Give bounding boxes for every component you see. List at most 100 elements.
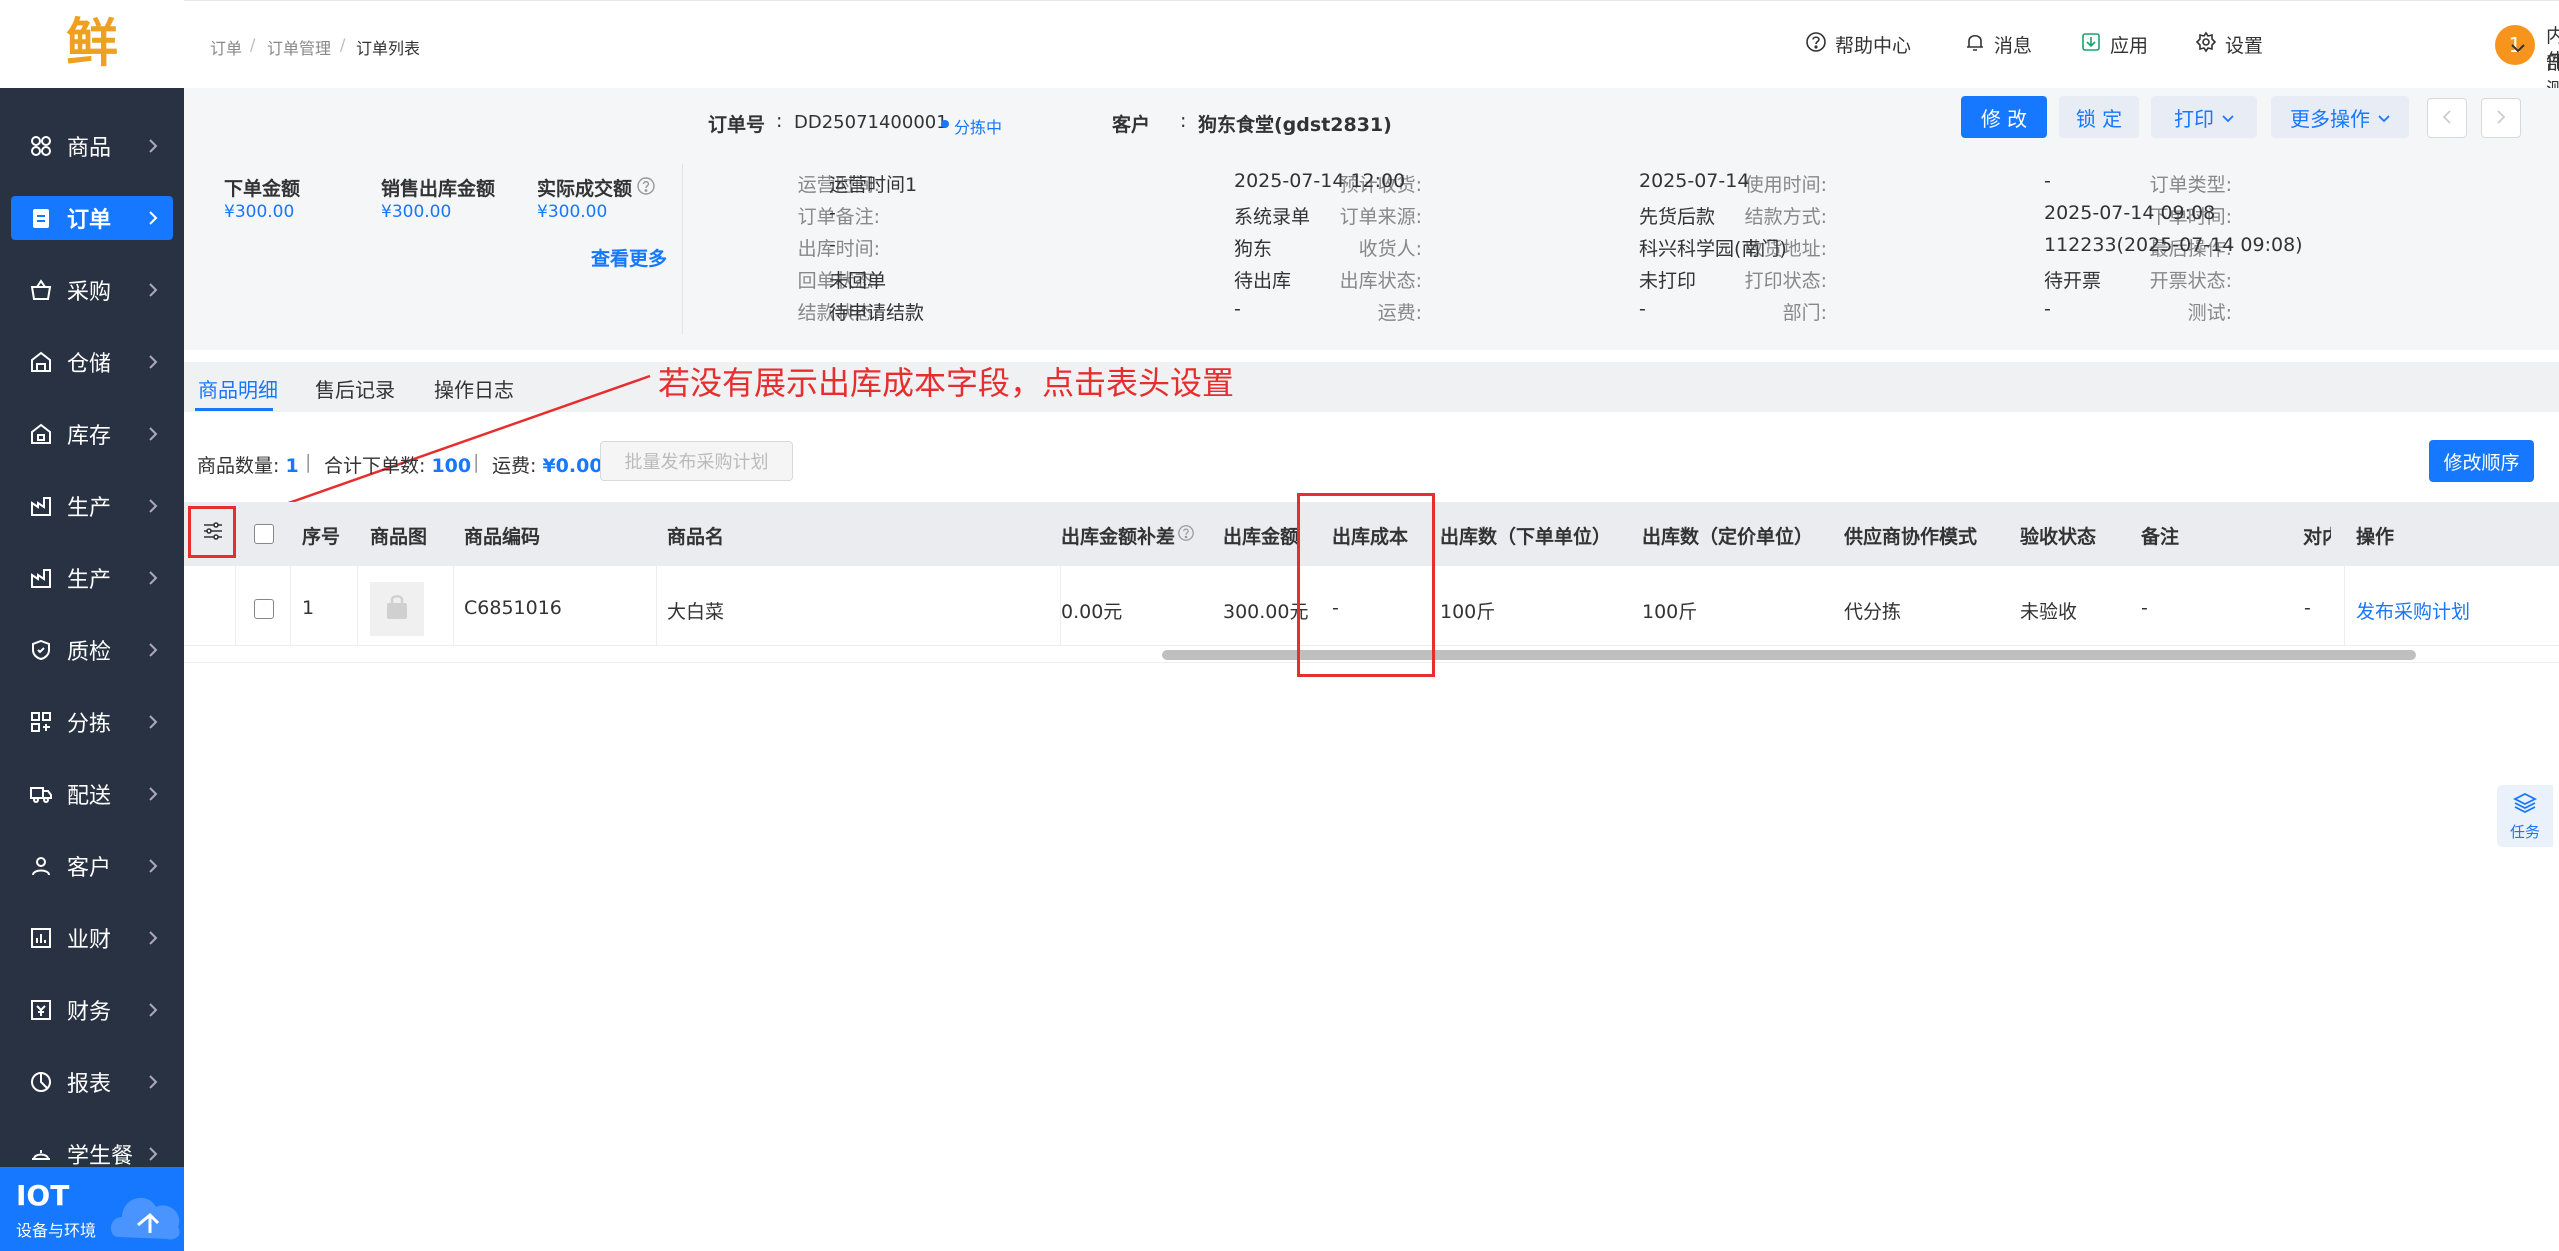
annotation-box-settings bbox=[188, 506, 236, 558]
row-checkbox[interactable] bbox=[254, 599, 274, 619]
next-button[interactable] bbox=[2481, 98, 2521, 138]
chevron-down-icon[interactable] bbox=[2510, 39, 2526, 58]
edit-button[interactable]: 修 改 bbox=[1961, 96, 2047, 138]
header-out-qty-order: 出库数（下单单位） bbox=[1440, 526, 1612, 548]
order-amount-label: 下单金额 bbox=[224, 178, 301, 200]
sales-out-label: 销售出库金额 bbox=[381, 178, 496, 200]
header-code: 商品编码 bbox=[464, 526, 541, 548]
sidebar-item-goods[interactable]: 商品 bbox=[11, 124, 173, 168]
question-circle-icon bbox=[1805, 31, 1835, 58]
sidebar-item-production-2[interactable]: 生产 bbox=[11, 556, 173, 600]
grid-icon bbox=[27, 132, 55, 160]
header-remark: 备注 bbox=[2141, 526, 2180, 548]
sidebar-item-purchase[interactable]: 采购 bbox=[11, 268, 173, 312]
sidebar-item-production[interactable]: 生产 bbox=[11, 484, 173, 528]
messages-button[interactable]: 消息 bbox=[1964, 31, 2032, 58]
chevron-left-icon bbox=[2442, 106, 2452, 130]
settings-button[interactable]: 设置 bbox=[2195, 31, 2263, 58]
order-no-label: 订单号 bbox=[708, 114, 766, 136]
status-dot-icon bbox=[941, 120, 949, 128]
info-value: 2025-07-14 12:00 bbox=[1234, 170, 1406, 192]
info-value: 运营时间1 bbox=[829, 174, 918, 196]
info-circle-icon[interactable] bbox=[1177, 524, 1195, 546]
sidebar-item-delivery[interactable]: 配送 bbox=[11, 772, 173, 816]
info-label: 订单类型: bbox=[2149, 174, 2232, 196]
sort-icon bbox=[27, 708, 55, 736]
chevron-right-icon bbox=[147, 352, 159, 378]
top-bar: 订单 / 订单管理 / 订单列表 帮助中心 消息 应用 设置 1 内部测试企业1… bbox=[184, 0, 2559, 205]
meal-icon bbox=[27, 1140, 55, 1168]
bar-chart-icon bbox=[27, 924, 55, 952]
header-image: 商品图 bbox=[370, 526, 428, 548]
freight-label: 运费: bbox=[492, 455, 537, 477]
cell-code: C6851016 bbox=[464, 597, 562, 619]
header-out-amount: 出库金额 bbox=[1223, 526, 1300, 548]
customer-label: 客户 bbox=[1112, 114, 1151, 136]
more-actions-label: 更多操作 bbox=[2290, 106, 2370, 131]
select-all-checkbox[interactable] bbox=[254, 524, 274, 544]
info-value: - bbox=[2044, 298, 2051, 320]
sidebar-item-business-finance[interactable]: 业财 bbox=[11, 916, 173, 960]
logo[interactable]: 鲜 bbox=[0, 0, 184, 88]
sidebar-item-quality[interactable]: 质检 bbox=[11, 628, 173, 672]
header-index: 序号 bbox=[302, 526, 341, 548]
freight-value: ¥0.00 bbox=[542, 455, 603, 477]
print-button[interactable]: 打印 bbox=[2151, 96, 2257, 138]
sidebar-item-warehouse[interactable]: 仓储 bbox=[11, 340, 173, 384]
info-value: - bbox=[829, 202, 836, 224]
order-no-value: DD25071400001 bbox=[794, 112, 948, 133]
header-actions: 操作 bbox=[2356, 526, 2395, 548]
more-actions-button[interactable]: 更多操作 bbox=[2271, 96, 2409, 138]
task-button[interactable]: 任务 bbox=[2497, 785, 2553, 847]
info-value: 待出库 bbox=[1234, 270, 1292, 292]
breadcrumb-item[interactable]: 订单管理 bbox=[267, 35, 331, 59]
pie-chart-icon bbox=[27, 1068, 55, 1096]
cell-out-qty-order: 100斤 bbox=[1440, 601, 1496, 623]
gear-icon bbox=[2195, 31, 2225, 58]
bell-icon bbox=[1964, 31, 1994, 58]
apps-button[interactable]: 应用 bbox=[2080, 31, 2148, 58]
prev-button[interactable] bbox=[2427, 98, 2467, 138]
sidebar-item-label: 生产 bbox=[67, 496, 112, 521]
info-circle-icon[interactable] bbox=[636, 176, 656, 200]
info-value: 待申请结款 bbox=[829, 302, 925, 324]
cell-out-amount: 300.00元 bbox=[1223, 601, 1309, 623]
info-value: 112233(2025-07-14 09:08) bbox=[2044, 234, 2303, 256]
publish-purchase-link[interactable]: 发布采购计划 bbox=[2356, 597, 2470, 624]
sidebar-item-label: 采购 bbox=[67, 280, 112, 305]
product-image-placeholder bbox=[370, 582, 424, 636]
sidebar-item-inventory[interactable]: 库存 bbox=[11, 412, 173, 456]
batch-publish-button[interactable]: 批量发布采购计划 bbox=[600, 441, 793, 481]
sidebar-item-label: 客户 bbox=[67, 856, 112, 881]
help-center-button[interactable]: 帮助中心 bbox=[1805, 31, 1911, 58]
breadcrumb-item[interactable]: 订单 bbox=[210, 35, 242, 59]
sidebar-item-label: 分拣 bbox=[67, 712, 112, 737]
layers-icon bbox=[2512, 791, 2538, 819]
info-value: 未打印 bbox=[1639, 270, 1697, 292]
cell-name: 大白菜 bbox=[667, 601, 725, 623]
view-more-link[interactable]: 查看更多 bbox=[591, 244, 667, 271]
logo-glyph: 鲜 bbox=[65, 14, 118, 74]
chevron-right-icon bbox=[147, 136, 159, 162]
iot-panel[interactable]: IOT 设备与环境 bbox=[0, 1167, 184, 1251]
sidebar-item-finance[interactable]: 财务 bbox=[11, 988, 173, 1032]
chevron-right-icon bbox=[2496, 106, 2506, 130]
lock-button[interactable]: 锁 定 bbox=[2059, 96, 2139, 138]
frozen-left-divider bbox=[235, 566, 236, 646]
order-amount-value: ¥300.00 bbox=[224, 202, 295, 222]
header-out-qty-price: 出库数（定价单位） bbox=[1642, 526, 1814, 548]
sidebar: 鲜 商品 订单 采购 仓储 库存 生产 生产 质检 分拣 配送 客户 业财 财务… bbox=[0, 0, 184, 1251]
sidebar-item-orders[interactable]: 订单 bbox=[11, 196, 173, 240]
truck-icon bbox=[27, 780, 55, 808]
chevron-right-icon bbox=[147, 928, 159, 954]
finance-icon bbox=[27, 996, 55, 1024]
reorder-button[interactable]: 修改顺序 bbox=[2429, 440, 2534, 482]
sidebar-item-reports[interactable]: 报表 bbox=[11, 1060, 173, 1104]
sidebar-item-customer[interactable]: 客户 bbox=[11, 844, 173, 888]
sidebar-item-label: 配送 bbox=[67, 784, 112, 809]
customer-colon: : bbox=[1180, 110, 1187, 132]
sidebar-item-sorting[interactable]: 分拣 bbox=[11, 700, 173, 744]
bag-icon bbox=[384, 593, 410, 625]
breadcrumb-separator: / bbox=[250, 35, 256, 54]
sidebar-item-label: 仓储 bbox=[67, 352, 112, 377]
